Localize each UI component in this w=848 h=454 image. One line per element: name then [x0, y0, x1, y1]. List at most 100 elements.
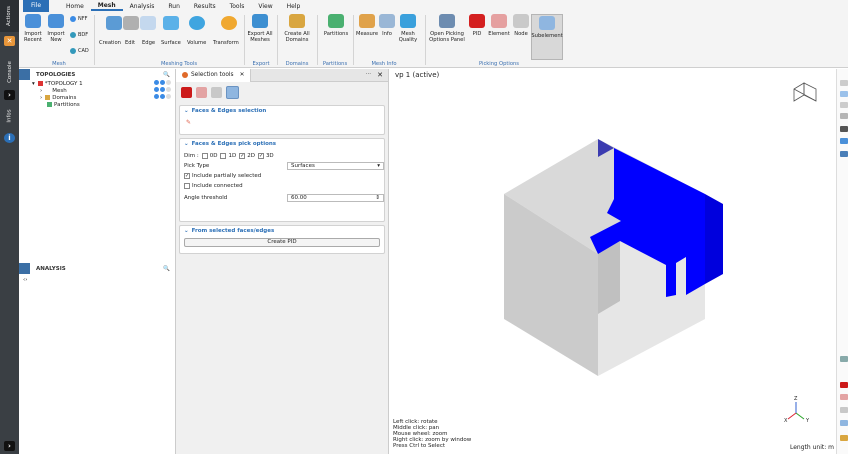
view-icon[interactable]: [840, 80, 848, 86]
close-panel-icon[interactable]: ✕: [377, 71, 383, 79]
view-icon[interactable]: [840, 91, 848, 97]
subelement-icon[interactable]: [226, 85, 239, 99]
view-cube-icon[interactable]: [793, 82, 817, 102]
terminal-icon[interactable]: ›: [4, 90, 15, 100]
transform-button[interactable]: Transform: [213, 40, 239, 46]
node-icon[interactable]: [840, 407, 848, 413]
menu-analysis[interactable]: Analysis: [123, 3, 162, 10]
dim-0d-checkbox[interactable]: [201, 153, 208, 159]
section-header[interactable]: ⌄ From selected faces/edges: [180, 226, 384, 236]
divider: [244, 15, 245, 65]
pick-type-select[interactable]: Surfaces ▾: [287, 162, 384, 170]
node-icon[interactable]: [211, 86, 222, 98]
tab-actions[interactable]: Actions: [0, 0, 19, 32]
menu-view[interactable]: View: [251, 3, 279, 10]
import-icon: [25, 14, 41, 28]
spinner-icon[interactable]: ⇕: [375, 195, 380, 201]
include-partially-checkbox[interactable]: ✓: [184, 173, 190, 179]
volume-button[interactable]: Volume: [187, 40, 206, 46]
tool-icon[interactable]: ✕: [4, 36, 15, 46]
section-header[interactable]: ⌄ Faces & Edges selection: [180, 106, 384, 116]
render-icon[interactable]: [840, 151, 848, 157]
selection-icon: [182, 72, 188, 78]
search-icon[interactable]: 🔍: [163, 266, 170, 272]
topology-tree: ▾ *TOPOLOGY 1 › Mesh › Domains Partitions: [19, 80, 175, 108]
include-connected-checkbox[interactable]: [184, 183, 190, 189]
tree-item[interactable]: › Domains: [32, 94, 175, 101]
import-new-button[interactable]: Import New: [46, 14, 66, 43]
render-icon[interactable]: [840, 138, 848, 144]
pick-icon[interactable]: ✎: [180, 116, 384, 129]
selected-side-face[interactable]: [705, 194, 723, 284]
pid-icon[interactable]: [840, 382, 848, 388]
section-header[interactable]: ⌄ Faces & Edges pick options: [180, 139, 384, 149]
menu-tools[interactable]: Tools: [223, 3, 252, 10]
edge-icon: [140, 16, 156, 33]
element-icon[interactable]: [196, 86, 207, 98]
chevron-down-icon: ▾: [377, 163, 380, 169]
from-selected-section: ⌄ From selected faces/edges Create PID: [179, 225, 385, 254]
angle-threshold-input[interactable]: 60.00 ⇕: [287, 194, 384, 202]
cad-button[interactable]: CAD: [69, 48, 89, 54]
surface-button[interactable]: Surface: [161, 40, 181, 46]
element-icon[interactable]: [840, 394, 848, 400]
view-icon[interactable]: [840, 102, 848, 108]
right-toolbar: [836, 69, 848, 454]
cube-model[interactable]: Y X Z: [390, 69, 836, 454]
menu-help[interactable]: Help: [280, 3, 308, 10]
tree-item[interactable]: Partitions: [32, 101, 175, 108]
partitions-button[interactable]: Partitions: [321, 14, 351, 37]
dim-row: Dim : 0D 1D ✓ 2D ✓ 3D: [184, 153, 274, 159]
misc-icon[interactable]: [840, 435, 848, 441]
menu-mesh[interactable]: Mesh: [90, 2, 123, 11]
tree-item[interactable]: ▾ *TOPOLOGY 1: [32, 80, 175, 87]
create-all-domains-button[interactable]: Create All Domains: [281, 14, 313, 43]
info-button[interactable]: Info: [379, 14, 395, 37]
more-icon[interactable]: ···: [366, 72, 372, 78]
tree-item[interactable]: › Mesh: [32, 87, 175, 94]
export-all-meshes-button[interactable]: Export All Meshes: [247, 14, 273, 43]
group-partitions: Partitions: [322, 61, 348, 67]
subelement-button[interactable]: Subelement: [531, 14, 563, 60]
pid-button[interactable]: PID: [469, 14, 485, 37]
expand-icon[interactable]: ‹›: [23, 277, 27, 283]
cad-icon: [70, 48, 76, 54]
domains-icon: [289, 14, 305, 28]
subelement-icon: [539, 16, 555, 30]
dim-1d-checkbox[interactable]: [220, 153, 227, 159]
info-icon[interactable]: i: [4, 133, 15, 143]
pid-icon[interactable]: [181, 86, 192, 98]
element-button[interactable]: Element: [487, 14, 511, 37]
tab-infos[interactable]: Infos: [0, 100, 19, 132]
close-icon[interactable]: ✕: [240, 72, 245, 78]
create-pid-button[interactable]: Create PID: [184, 238, 380, 247]
menu-bar: File Home Mesh Analysis Run Results Tool…: [19, 0, 848, 12]
menu-results[interactable]: Results: [187, 3, 223, 10]
measure-button[interactable]: Measure: [356, 14, 378, 37]
menu-home[interactable]: Home: [59, 3, 91, 10]
topologies-header: TOPOLOGIES 🔍: [19, 69, 175, 80]
group-domains: Domains: [285, 61, 309, 67]
mesh-quality-button[interactable]: Mesh Quality: [397, 14, 419, 43]
3d-viewport[interactable]: vp 1 (active) Y X Z Left click: rotate M…: [390, 69, 836, 454]
creation-button[interactable]: Creation: [99, 40, 121, 46]
dim-2d-checkbox[interactable]: ✓: [239, 153, 246, 159]
import-recent-button[interactable]: Import Recent: [23, 14, 43, 43]
pick-icon[interactable]: [840, 356, 848, 362]
terminal-icon[interactable]: ›: [4, 441, 15, 451]
search-icon[interactable]: 🔍: [163, 72, 170, 78]
selection-tools-panel: Selection tools ✕ ··· ✕ ⌄ Faces & Edges s…: [176, 68, 389, 454]
render-icon[interactable]: [840, 126, 848, 132]
node-button[interactable]: Node: [513, 14, 529, 37]
subelement-icon[interactable]: [840, 420, 848, 426]
menu-run[interactable]: Run: [161, 3, 187, 10]
dim-3d-checkbox[interactable]: ✓: [257, 153, 264, 159]
bdf-button[interactable]: BDF: [69, 32, 88, 38]
nff-button[interactable]: NFF: [69, 16, 88, 22]
tab-selection-tools[interactable]: Selection tools ✕: [176, 68, 252, 82]
view-icon[interactable]: [840, 113, 848, 119]
edge-button[interactable]: Edge: [142, 40, 155, 46]
open-picking-options-button[interactable]: Open Picking Options Panel: [428, 14, 466, 43]
edit-button[interactable]: Edit: [125, 40, 135, 46]
menu-file[interactable]: File: [23, 0, 50, 12]
